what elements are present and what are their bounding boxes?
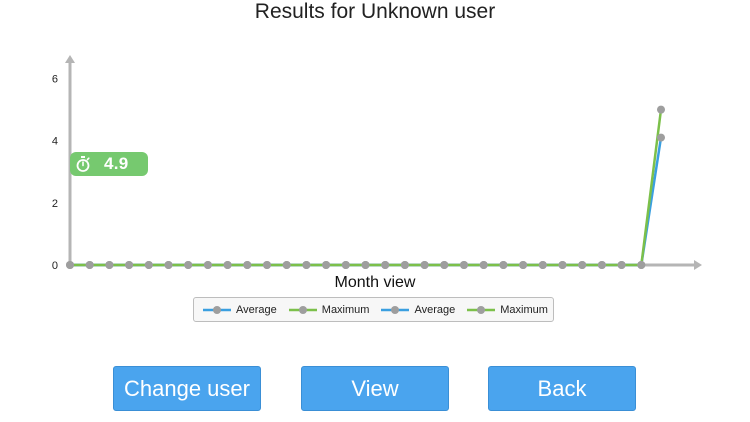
x-axis-arrow: [694, 260, 702, 270]
data-point-maximum: [125, 261, 134, 269]
score-value: 4.9: [104, 154, 129, 173]
data-point-maximum: [519, 261, 528, 269]
chart-legend: Average Maximum Average Maximum: [193, 297, 554, 322]
data-point-maximum: [657, 105, 665, 114]
series-line-maximum: [70, 109, 663, 267]
legend-label: Average: [414, 303, 456, 316]
y-axis-arrow: [65, 55, 75, 63]
data-point-maximum: [637, 261, 646, 269]
data-point-maximum: [361, 261, 370, 269]
data-point-maximum: [538, 261, 547, 269]
data-point-maximum: [440, 261, 449, 269]
legend-swatch-average: [381, 305, 410, 314]
results-screen: Results for Unknown user 0246 4.9 Month …: [0, 0, 750, 422]
data-point-maximum: [381, 261, 390, 269]
data-point-maximum: [322, 261, 331, 269]
data-point-maximum: [617, 261, 626, 269]
legend-item-average[interactable]: Average: [380, 304, 455, 316]
data-point-maximum: [499, 261, 508, 269]
data-point-maximum: [479, 261, 488, 269]
change-user-button[interactable]: Change user: [113, 366, 261, 411]
data-point-maximum: [400, 261, 409, 269]
y-tick-label: 6: [52, 74, 58, 86]
y-tick-label: 2: [52, 198, 58, 210]
data-point-average: [657, 133, 665, 142]
legend-swatch-maximum: [288, 305, 317, 314]
legend-item-maximum[interactable]: Maximum: [466, 304, 548, 316]
view-button[interactable]: View: [301, 366, 449, 411]
data-point-maximum: [578, 261, 587, 269]
back-button[interactable]: Back: [488, 366, 636, 411]
results-chart: 0 2 4 6: [52, 55, 702, 272]
data-point-maximum: [263, 261, 271, 269]
data-point-maximum: [164, 261, 173, 269]
data-point-maximum: [243, 261, 252, 269]
data-point-maximum: [558, 261, 567, 269]
data-point-maximum: [85, 261, 94, 269]
y-tick-label: 4: [52, 136, 58, 148]
series-points: [66, 105, 665, 269]
data-point-maximum: [144, 261, 153, 269]
data-point-maximum: [105, 261, 114, 269]
data-point-maximum: [66, 261, 74, 269]
stopwatch-icon: [76, 156, 90, 172]
series-line-average: [70, 137, 663, 267]
x-axis-label: Month view: [334, 274, 416, 291]
series-lines: [70, 109, 663, 267]
legend-item-maximum[interactable]: Maximum: [288, 303, 370, 316]
score-badge: 4.9: [70, 152, 148, 176]
data-point-maximum: [460, 261, 468, 269]
data-point-maximum: [223, 261, 232, 269]
legend-item-average[interactable]: Average: [202, 304, 277, 316]
data-point-maximum: [282, 261, 291, 269]
data-point-maximum: [420, 261, 429, 269]
legend-swatch-average: [203, 305, 231, 314]
legend-swatch-maximum: [467, 305, 496, 314]
data-point-maximum: [341, 261, 350, 269]
y-tick-label: 0: [52, 260, 58, 272]
legend-label: Maximum: [500, 303, 548, 316]
legend-label: Maximum: [321, 303, 370, 316]
chart-axes: [65, 55, 702, 270]
y-tick-labels: 0 2 4 6: [52, 74, 58, 272]
data-point-maximum: [203, 261, 212, 269]
data-point-maximum: [302, 261, 311, 269]
legend-label: Average: [236, 303, 277, 316]
data-point-maximum: [597, 261, 606, 269]
data-point-maximum: [184, 261, 193, 269]
